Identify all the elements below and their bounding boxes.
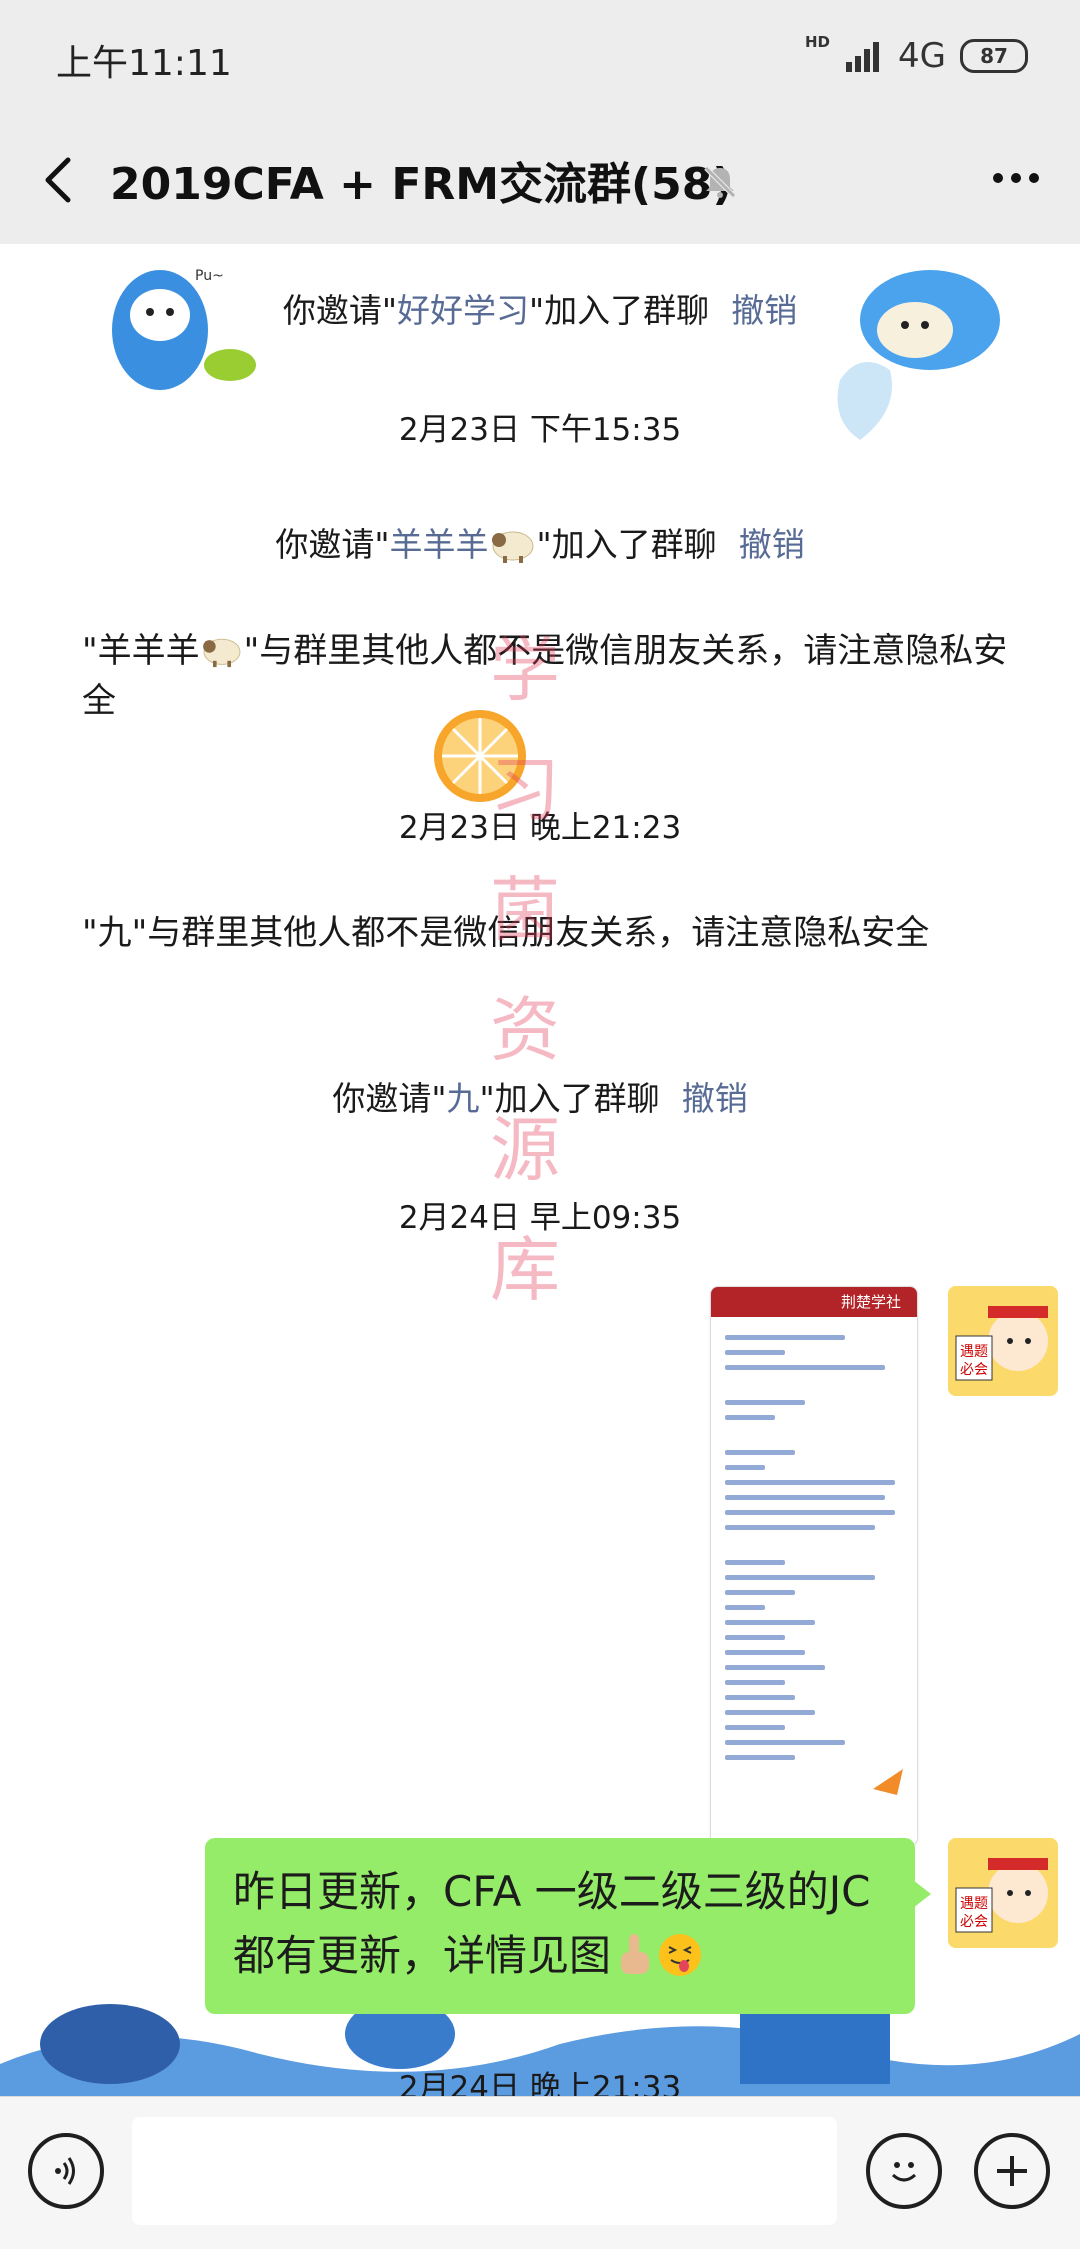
system-invite-message: 你邀请"好好学习"加入了群聊 撤销 — [282, 291, 798, 330]
more-dots-icon[interactable] — [986, 158, 1046, 198]
voice-button[interactable] — [28, 2133, 104, 2209]
invited-user-name[interactable]: 好好学习 — [397, 291, 529, 330]
svg-text:遇题: 遇题 — [960, 1344, 988, 1360]
svg-text:必会: 必会 — [960, 1362, 988, 1378]
status-time: 上午11:11 — [56, 43, 232, 84]
timestamp: 2月23日 下午15:35 — [398, 412, 682, 448]
chat-header: 2019CFA + FRM交流群(58) — [0, 118, 1080, 245]
sheep-emoji-icon — [202, 638, 241, 668]
status-bar: 上午11:11 HD 4G 87 — [0, 0, 1080, 118]
message-input-bar — [0, 2096, 1080, 2249]
system-invite-message: 你邀请"羊羊羊 "加入了群聊 撤销 — [275, 525, 805, 564]
avatar-cartoon-icon: 遇题 必会 — [948, 1838, 1058, 1948]
emoji-icon — [891, 2162, 917, 2182]
svg-text:菌: 菌 — [490, 869, 560, 951]
svg-text:源: 源 — [490, 1109, 560, 1191]
svg-text:资: 资 — [490, 989, 560, 1071]
status-indicators: HD 4G 87 — [805, 33, 1028, 76]
avatar[interactable]: 遇题 必会 — [948, 1286, 1058, 1396]
image-header: 荆楚学社 — [711, 1287, 917, 1317]
message-input[interactable] — [132, 2117, 837, 2225]
message-text: 昨日更新，CFA 一级二级三级的JC 都有更新，详情见图 — [233, 1867, 871, 1980]
svg-text:必会: 必会 — [960, 1914, 988, 1930]
pointing-up-hand-icon — [621, 1934, 650, 1974]
chat-area[interactable]: Pu~ 你邀请"好好学习"加入了群聊 撤销 2月23日 下午15:35 你邀请"羊… — [0, 244, 1080, 2096]
emoji-button[interactable] — [866, 2133, 942, 2209]
sheep-emoji-icon — [491, 531, 533, 563]
watermark-overlay: 学 习 菌 资 源 库 — [490, 629, 560, 1311]
hd-label: HD — [805, 33, 831, 51]
undo-link[interactable]: 撤销 — [682, 1079, 748, 1118]
network-type: 4G — [898, 36, 946, 76]
undo-link[interactable]: 撤销 — [731, 291, 797, 330]
invited-user-name[interactable]: 羊羊羊 — [390, 525, 489, 564]
signal-icon — [846, 42, 880, 72]
battery-indicator: 87 — [960, 39, 1028, 73]
back-arrow-icon[interactable] — [30, 150, 90, 210]
bell-mute-icon — [704, 166, 736, 198]
svg-text:Pu~: Pu~ — [195, 268, 224, 284]
undo-link[interactable]: 撤销 — [739, 525, 805, 564]
triangle-decoration-icon — [873, 1769, 903, 1795]
svg-text:学: 学 — [490, 629, 560, 711]
avatar-cartoon-icon: 遇题 必会 — [948, 1286, 1058, 1396]
plus-icon — [997, 2156, 1027, 2186]
tongue-out-face-icon — [659, 1934, 702, 1976]
svg-text:遇题: 遇题 — [960, 1896, 988, 1912]
svg-text:库: 库 — [490, 1229, 560, 1311]
text-message-bubble[interactable]: 昨日更新，CFA 一级二级三级的JC 都有更新，详情见图 — [205, 1838, 931, 2014]
add-button[interactable] — [974, 2133, 1050, 2209]
avatar[interactable]: 遇题 必会 — [948, 1838, 1058, 1948]
chat-title: 2019CFA + FRM交流群(58) — [110, 159, 733, 210]
voice-icon — [55, 2157, 75, 2185]
svg-text:习: 习 — [490, 749, 560, 831]
timestamp: 2月24日 晚上21:33 — [398, 2070, 682, 2096]
image-message[interactable]: 荆楚学社 — [710, 1286, 918, 1846]
